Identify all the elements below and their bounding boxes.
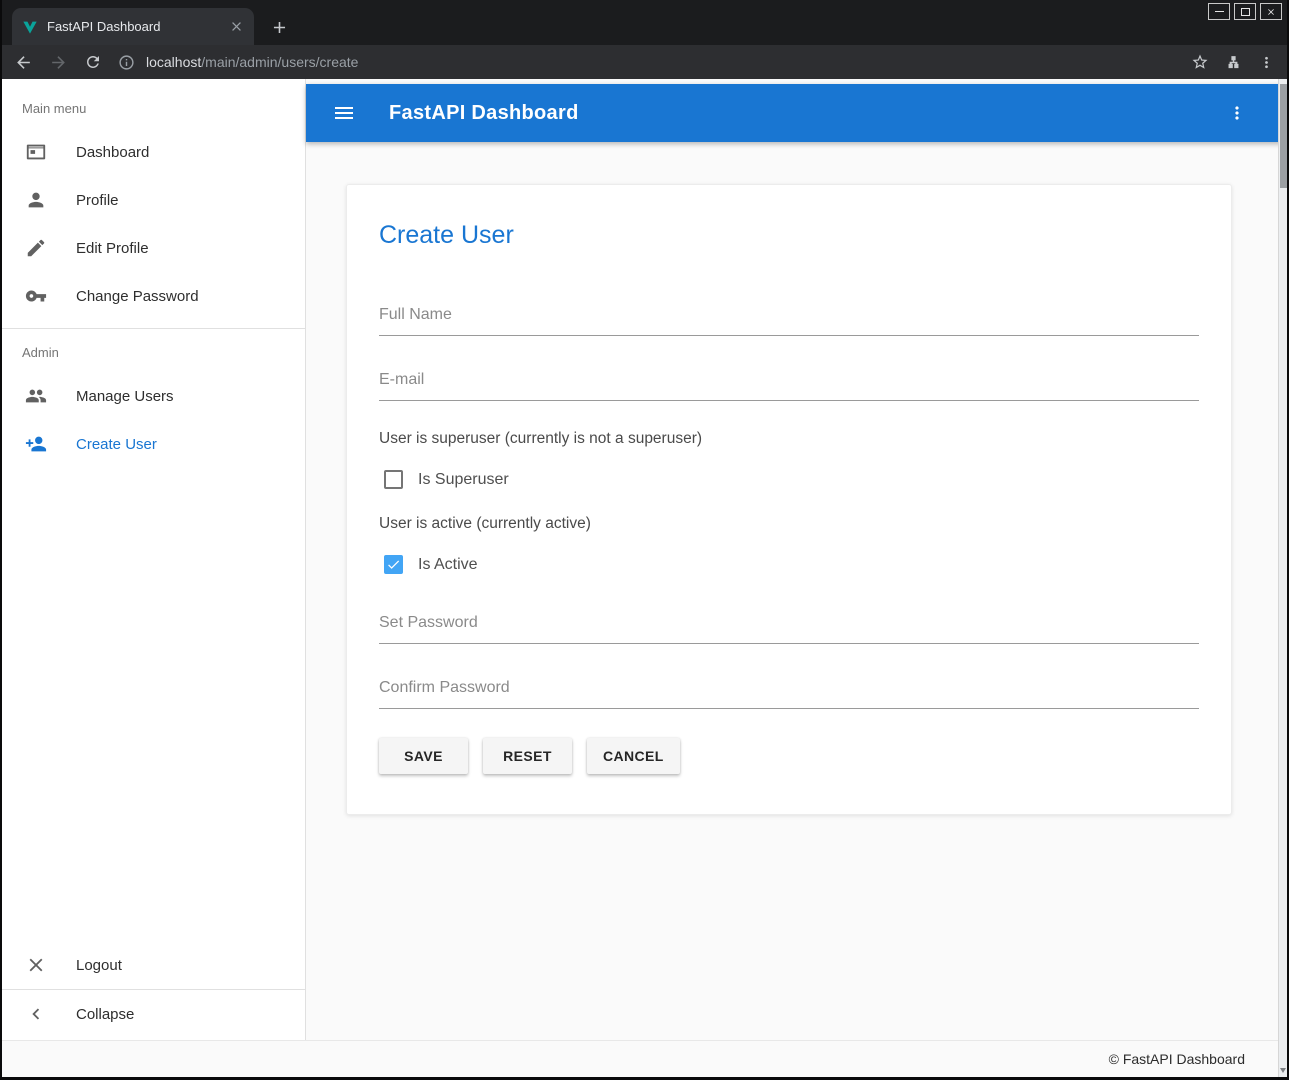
sidebar-item-label: Logout xyxy=(76,957,122,974)
sidebar-item-logout[interactable]: Logout xyxy=(2,941,305,989)
url-path: /main/admin/users/create xyxy=(201,54,358,70)
full-name-input[interactable] xyxy=(379,300,1199,336)
browser-tab[interactable]: FastAPI Dashboard xyxy=(12,8,254,45)
full-name-field-wrap xyxy=(379,300,1199,336)
minimize-button[interactable] xyxy=(1208,3,1230,20)
superuser-checkbox-row[interactable]: Is Superuser xyxy=(384,470,1199,489)
content-area: Create User User is superuser (currently… xyxy=(306,142,1287,1040)
form-actions: SAVE RESET CANCEL xyxy=(379,738,1199,774)
sidebar-item-label: Manage Users xyxy=(76,388,174,405)
sidebar-item-label: Collapse xyxy=(76,1006,134,1023)
reload-button[interactable] xyxy=(84,53,102,71)
footer-copyright: © FastAPI Dashboard xyxy=(1109,1051,1245,1067)
key-icon xyxy=(25,285,47,307)
window-controls xyxy=(1208,3,1282,20)
superuser-checkbox[interactable] xyxy=(384,470,403,489)
active-checkbox-label[interactable]: Is Active xyxy=(418,556,478,574)
hamburger-menu-icon[interactable] xyxy=(332,101,356,125)
new-tab-button[interactable] xyxy=(270,18,289,37)
scrollbar-down-arrow[interactable] xyxy=(1280,1068,1286,1073)
active-hint: User is active (currently active) xyxy=(379,515,1199,533)
sidebar-item-create-user[interactable]: Create User xyxy=(2,420,305,468)
browser-window: FastAPI Dashboard xyxy=(0,0,1289,1080)
superuser-checkbox-label[interactable]: Is Superuser xyxy=(418,471,509,489)
tab-strip: FastAPI Dashboard xyxy=(2,0,1287,45)
dashboard-icon xyxy=(25,141,47,163)
page-scrollbar[interactable] xyxy=(1278,79,1287,1077)
app-body: Main menu Dashboard Profile xyxy=(2,79,1287,1040)
main-area: FastAPI Dashboard Create User xyxy=(306,79,1287,1040)
sidebar-item-label: Edit Profile xyxy=(76,240,149,257)
person-icon xyxy=(25,189,47,211)
set-password-field-wrap xyxy=(379,608,1199,644)
sidebar-item-change-password[interactable]: Change Password xyxy=(2,272,305,320)
page-area: Main menu Dashboard Profile xyxy=(2,79,1287,1077)
group-icon xyxy=(25,385,47,407)
tab-close-icon[interactable] xyxy=(229,19,244,34)
app-footer: © FastAPI Dashboard xyxy=(2,1040,1287,1077)
close-icon xyxy=(25,954,47,976)
sidebar-item-label: Change Password xyxy=(76,288,199,305)
sidebar-item-edit-profile[interactable]: Edit Profile xyxy=(2,224,305,272)
bookmark-star-icon[interactable] xyxy=(1191,53,1209,71)
extensions-icon[interactable] xyxy=(1225,54,1242,71)
email-field-wrap xyxy=(379,365,1199,401)
close-button[interactable] xyxy=(1260,3,1282,20)
sidebar-item-label: Dashboard xyxy=(76,144,149,161)
browser-menu-icon[interactable] xyxy=(1258,54,1275,71)
sidebar-item-collapse[interactable]: Collapse xyxy=(2,990,305,1038)
address-bar-row: localhost/main/admin/users/create xyxy=(2,45,1287,79)
tab-title: FastAPI Dashboard xyxy=(47,19,220,34)
create-user-card: Create User User is superuser (currently… xyxy=(346,184,1232,815)
url-host: localhost xyxy=(146,54,201,70)
reset-button[interactable]: RESET xyxy=(483,738,572,774)
chevron-left-icon xyxy=(25,1003,47,1025)
app-bar: FastAPI Dashboard xyxy=(306,84,1287,142)
appbar-more-icon[interactable] xyxy=(1227,103,1247,123)
address-bar[interactable]: localhost/main/admin/users/create xyxy=(118,54,1175,71)
person-add-icon xyxy=(25,433,47,455)
sidebar-item-label: Profile xyxy=(76,192,119,209)
sidebar-item-manage-users[interactable]: Manage Users xyxy=(2,372,305,420)
back-button[interactable] xyxy=(14,53,33,72)
address-bar-actions xyxy=(1191,53,1275,71)
active-checkbox-row[interactable]: Is Active xyxy=(384,555,1199,574)
pencil-icon xyxy=(25,237,47,259)
sidebar-item-profile[interactable]: Profile xyxy=(2,176,305,224)
fastapi-logo-icon xyxy=(22,19,38,35)
email-input[interactable] xyxy=(379,365,1199,401)
appbar-title: FastAPI Dashboard xyxy=(389,102,579,125)
sidebar-bottom: Logout Collapse xyxy=(2,941,305,1040)
forward-button[interactable] xyxy=(49,53,68,72)
maximize-button[interactable] xyxy=(1234,3,1256,20)
scrollbar-thumb[interactable] xyxy=(1280,84,1287,188)
sidebar-item-dashboard[interactable]: Dashboard xyxy=(2,128,305,176)
confirm-password-field-wrap xyxy=(379,673,1199,709)
set-password-input[interactable] xyxy=(379,608,1199,644)
sidebar: Main menu Dashboard Profile xyxy=(2,79,306,1040)
active-checkbox[interactable] xyxy=(384,555,403,574)
save-button[interactable]: SAVE xyxy=(379,738,468,774)
sidebar-item-label: Create User xyxy=(76,436,157,453)
site-info-icon[interactable] xyxy=(118,54,135,71)
sidebar-section-main-menu: Main menu xyxy=(2,85,305,128)
cancel-button[interactable]: CANCEL xyxy=(587,738,680,774)
page-title: Create User xyxy=(379,221,1199,250)
confirm-password-input[interactable] xyxy=(379,673,1199,709)
sidebar-section-admin: Admin xyxy=(2,329,305,372)
superuser-hint: User is superuser (currently is not a su… xyxy=(379,430,1199,448)
